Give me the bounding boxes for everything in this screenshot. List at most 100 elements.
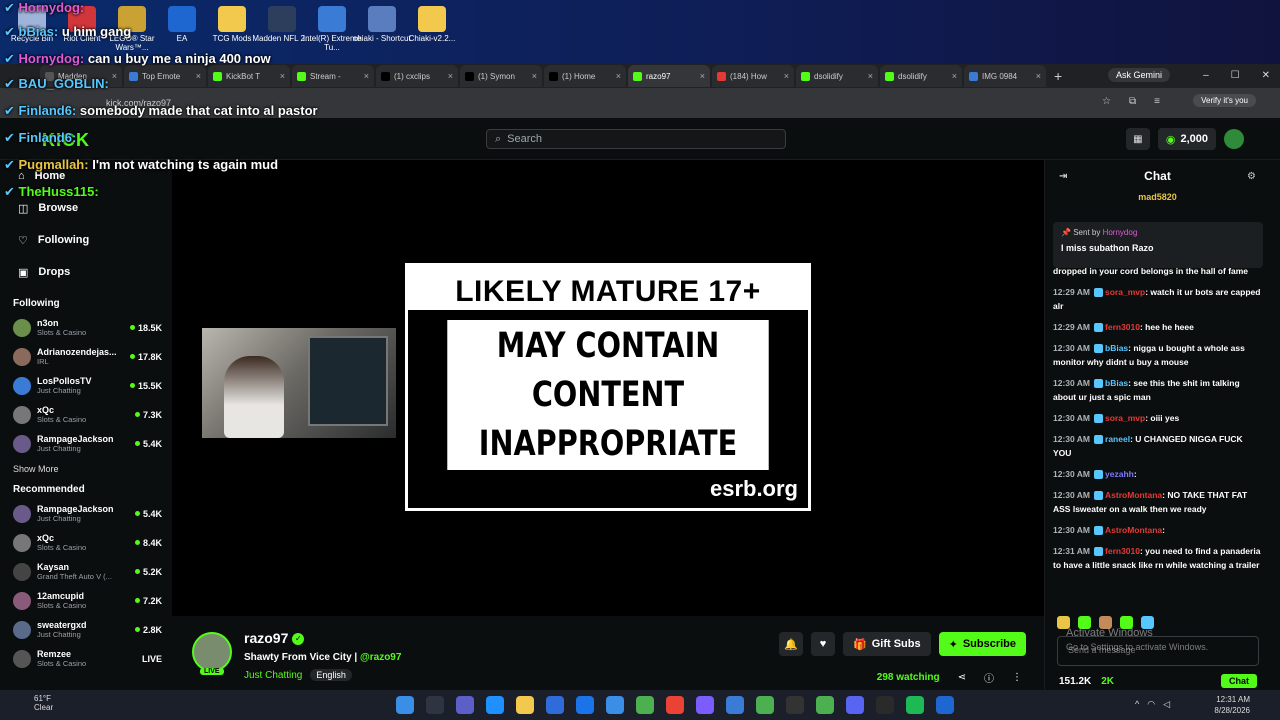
app-icon[interactable] [606, 696, 624, 714]
streamer-name[interactable]: razo97 [244, 630, 288, 646]
pinned-user[interactable]: Hornydog [1103, 228, 1138, 237]
gift-subs-button[interactable]: 🎁 Gift Subs [843, 632, 931, 656]
tab-close-icon[interactable]: × [532, 71, 537, 81]
kick-logo[interactable]: KICK [42, 130, 90, 151]
info-icon[interactable]: ⓘ [984, 670, 994, 685]
browser-tab[interactable]: KickBot T × [208, 65, 290, 87]
volume-icon[interactable]: ◁ [1163, 699, 1170, 710]
chrome-icon[interactable] [666, 696, 684, 714]
search-input[interactable]: ⌕ Search [486, 129, 786, 149]
channel-item[interactable]: LosPollosTV Just Chatting 15.5K [0, 371, 172, 400]
chat-message[interactable]: 12:30 AM yezahh: [1053, 467, 1263, 481]
channel-item[interactable]: Kaysan Grand Theft Auto V (... 5.2K [0, 557, 172, 586]
teams-icon[interactable] [456, 696, 474, 714]
channel-item[interactable]: sweatergxd Just Chatting 2.8K [0, 615, 172, 644]
message-username[interactable]: bBias [1105, 378, 1128, 388]
nav-item-drops[interactable]: ▣ Drops [0, 256, 172, 288]
outlook-icon[interactable] [576, 696, 594, 714]
tab-close-icon[interactable]: × [868, 71, 873, 81]
new-tab-button[interactable]: + [1054, 68, 1062, 84]
discord-icon[interactable] [846, 696, 864, 714]
browser-tab[interactable]: dsolidify × [880, 65, 962, 87]
extensions-icon[interactable]: ⧉ [1129, 96, 1136, 107]
app-icon[interactable] [696, 696, 714, 714]
ask-gemini-button[interactable]: Ask Gemini [1107, 68, 1170, 82]
store-taskbar-icon[interactable] [546, 696, 564, 714]
chat-message[interactable]: 12:30 AM AstroMontana: [1053, 523, 1263, 537]
points-button[interactable]: ◉ 2,000 [1157, 128, 1216, 150]
chat-message[interactable]: 12:30 AM bBias: see this the shit im talk… [1053, 376, 1263, 404]
browser-tab[interactable]: Stream - × [292, 65, 374, 87]
tab-close-icon[interactable]: × [700, 71, 705, 81]
minecraft-icon[interactable] [636, 696, 654, 714]
message-username[interactable]: fern3010 [1105, 322, 1140, 332]
subscribe-button[interactable]: ✦ Subscribe [938, 632, 1026, 656]
chat-send-button[interactable]: Chat [1221, 674, 1257, 688]
browser-tab[interactable]: (1) cxclips × [376, 65, 458, 87]
close-icon[interactable]: ✕ [1262, 70, 1270, 81]
start-icon[interactable] [396, 696, 414, 714]
app-icon[interactable] [786, 696, 804, 714]
channel-item[interactable]: n3on Slots & Casino 18.5K [0, 313, 172, 342]
chat-message[interactable]: 12:30 AM sora_mvp: oiii yes [1053, 411, 1263, 425]
pinned-message[interactable]: 📌 Sent by Hornydog I miss subathon Razo [1053, 222, 1263, 268]
file-explorer-icon[interactable] [516, 696, 534, 714]
message-username[interactable]: fern3010 [1105, 546, 1140, 556]
message-username[interactable]: yezahh [1105, 469, 1134, 479]
tab-close-icon[interactable]: × [280, 71, 285, 81]
clock[interactable]: 12:31 AM 8/28/2026 [1214, 694, 1250, 716]
share-icon[interactable]: ⋖ [958, 672, 966, 683]
tab-close-icon[interactable]: × [364, 71, 369, 81]
message-username[interactable]: AstroMontana [1105, 525, 1162, 535]
browser-tab[interactable]: (184) How × [712, 65, 794, 87]
nav-item-following[interactable]: ♡ Following [0, 224, 172, 256]
chevron-up-icon[interactable]: ^ [1135, 699, 1139, 710]
app-icon[interactable] [816, 696, 834, 714]
message-username[interactable]: raneel [1105, 434, 1130, 444]
nav-item-home[interactable]: ⌂ Home [0, 160, 172, 192]
nav-item-browse[interactable]: ◫ Browse [0, 192, 172, 224]
show-more-link[interactable]: Show More [0, 464, 172, 474]
message-username[interactable]: sora_mvp [1105, 413, 1145, 423]
wifi-icon[interactable]: ◠ [1147, 699, 1155, 710]
collapse-chat-icon[interactable]: ⇥ [1059, 171, 1067, 182]
maximize-icon[interactable]: ☐ [1231, 70, 1240, 81]
browser-tab[interactable]: IMG 0984 × [964, 65, 1046, 87]
chat-message[interactable]: 12:29 AM sora_mvp: watch it ur bots are c… [1053, 285, 1263, 313]
chat-message[interactable]: 12:29 AM fern3010: hee he heee [1053, 320, 1263, 334]
channel-item[interactable]: xQc Slots & Casino 7.3K [0, 400, 172, 429]
streamer-avatar[interactable] [192, 632, 232, 672]
browser-tab[interactable]: Madden × [40, 65, 122, 87]
tab-close-icon[interactable]: × [196, 71, 201, 81]
chat-message[interactable]: 12:31 AM fern3010: you need to find a pan… [1053, 544, 1263, 572]
url-field[interactable]: kick.com/razo97 [96, 94, 1056, 112]
tab-close-icon[interactable]: × [952, 71, 957, 81]
follow-heart-icon[interactable]: ♥ [811, 632, 835, 656]
notification-bell-icon[interactable]: 🔔 [779, 632, 803, 656]
tab-close-icon[interactable]: × [1036, 71, 1041, 81]
chat-message[interactable]: 12:30 AM AstroMontana: NO TAKE THAT FAT A… [1053, 488, 1263, 516]
ea-icon[interactable] [936, 696, 954, 714]
channel-item[interactable]: Remzee Slots & Casino LIVE [0, 644, 172, 673]
weather-widget[interactable]: 61°F Clear [34, 694, 53, 712]
language-tag[interactable]: English [310, 669, 352, 681]
channel-item[interactable]: RampageJackson Just Chatting 5.4K [0, 499, 172, 528]
tab-close-icon[interactable]: × [112, 71, 117, 81]
tab-close-icon[interactable]: × [448, 71, 453, 81]
app-icon[interactable] [756, 696, 774, 714]
message-username[interactable]: AstroMontana [1105, 490, 1162, 500]
message-username[interactable]: bBias [1105, 343, 1128, 353]
edge-icon[interactable] [486, 696, 504, 714]
chat-message[interactable]: dropped in your cord belongs in the hall… [1053, 264, 1263, 278]
video-player[interactable]: LIKELY MATURE 17+ MAY CONTAIN CONTENT IN… [172, 160, 1044, 616]
reading-list-icon[interactable]: ≡ [1154, 96, 1160, 107]
chat-settings-icon[interactable]: ⚙ [1247, 171, 1256, 182]
app-icon[interactable] [726, 696, 744, 714]
message-username[interactable]: sora_mvp [1105, 287, 1145, 297]
browser-tab[interactable]: Top Emote × [124, 65, 206, 87]
more-icon[interactable]: ⋮ [1012, 672, 1022, 683]
browser-tab[interactable]: dsolidify × [796, 65, 878, 87]
desktop-icon[interactable]: Chiaki-v2.2... [402, 6, 462, 43]
store-icon[interactable]: ▦ [1125, 128, 1150, 150]
minimize-icon[interactable]: – [1203, 70, 1209, 81]
